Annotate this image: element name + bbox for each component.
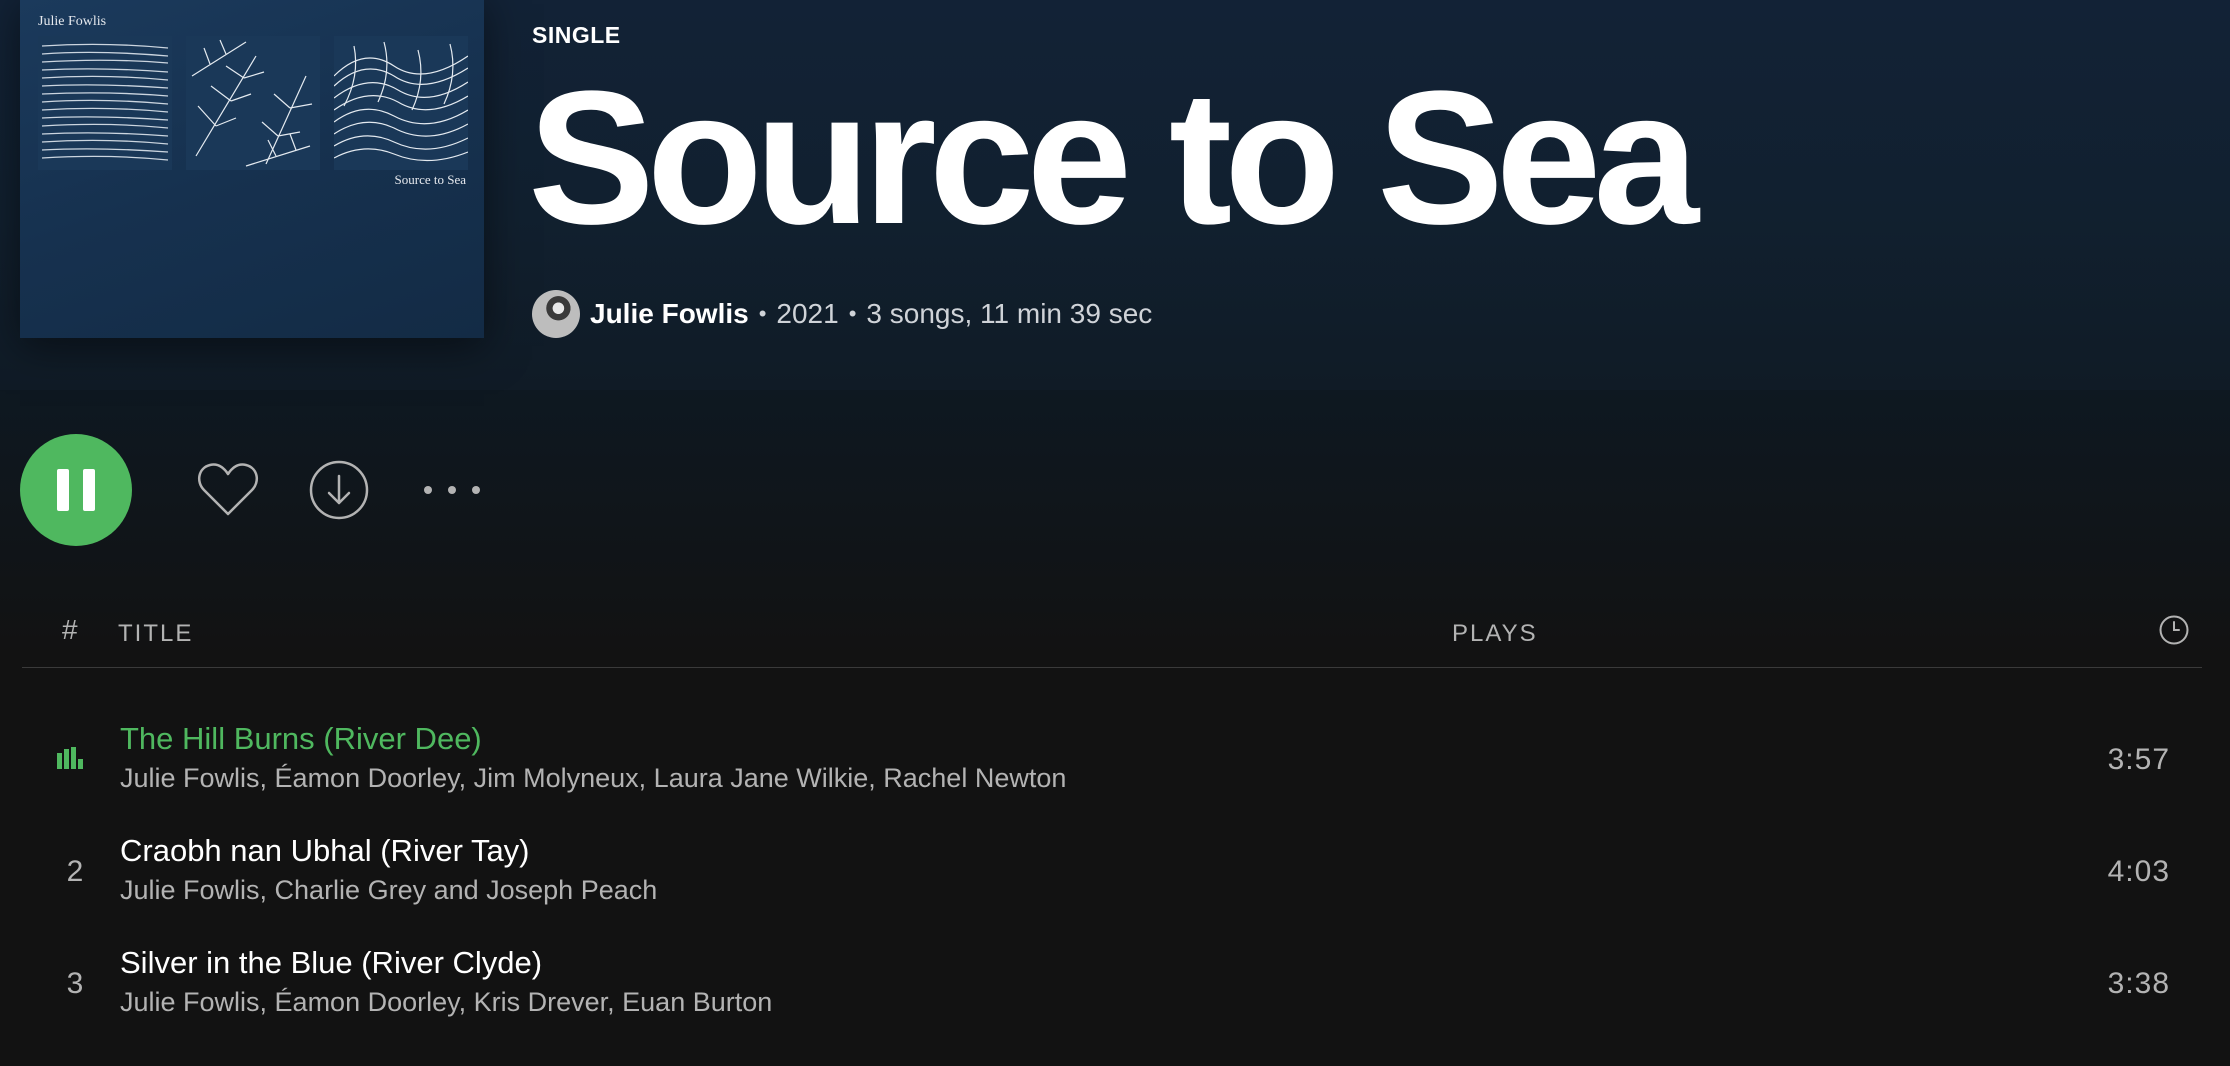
pause-icon (57, 469, 69, 511)
release-year: 2021 (776, 298, 839, 329)
artist-avatar[interactable] (532, 290, 580, 338)
download-button[interactable] (308, 459, 370, 521)
meta-separator: • (848, 301, 857, 326)
track-artists[interactable]: Julie Fowlis, Charlie Grey and Joseph Pe… (120, 875, 657, 906)
cover-panel-waves (334, 36, 468, 170)
cover-title-text: Source to Sea (394, 172, 466, 187)
heart-icon (197, 463, 259, 516)
album-meta: Julie Fowlis • 2021 • 3 songs, 11 min 39… (532, 290, 1152, 338)
column-plays: PLAYS (1452, 620, 1538, 647)
more-dot-icon (448, 486, 456, 494)
cover-artist-text: Julie Fowlis (38, 14, 107, 29)
pause-icon (83, 469, 95, 511)
tracklist-header: # TITLE PLAYS (22, 614, 2202, 668)
track-row[interactable]: 2 Craobh nan Ubhal (River Tay) Julie Fow… (22, 819, 2202, 923)
column-number: # (62, 614, 78, 645)
track-title[interactable]: The Hill Burns (River Dee) (120, 721, 482, 757)
artist-link[interactable]: Julie Fowlis (590, 298, 749, 330)
album-title: Source to Sea (528, 52, 1699, 264)
track-duration: 4:03 (2107, 855, 2170, 888)
track-row[interactable]: 3 Silver in the Blue (River Clyde) Julie… (22, 931, 2202, 1035)
track-number: 2 (66, 855, 84, 888)
pause-button[interactable] (20, 434, 132, 546)
more-options-button[interactable] (424, 476, 480, 504)
like-button[interactable] (196, 460, 260, 520)
download-icon (309, 460, 369, 520)
track-number: 3 (66, 967, 84, 1000)
album-page: Julie Fowlis Source to Sea SINGLE Source… (0, 0, 2230, 1066)
album-summary: 3 songs, 11 min 39 sec (866, 298, 1153, 329)
column-title: TITLE (118, 620, 194, 647)
track-duration: 3:38 (2107, 967, 2170, 1000)
more-dot-icon (472, 486, 480, 494)
track-row[interactable]: The Hill Burns (River Dee) Julie Fowlis,… (22, 707, 2202, 811)
more-dot-icon (424, 486, 432, 494)
track-artists[interactable]: Julie Fowlis, Éamon Doorley, Jim Molyneu… (120, 763, 1066, 794)
track-title[interactable]: Craobh nan Ubhal (River Tay) (120, 833, 530, 869)
release-type-label: SINGLE (532, 22, 621, 48)
cover-panel-lines (38, 36, 172, 170)
album-cover: Julie Fowlis Source to Sea (20, 0, 484, 338)
meta-separator: • (758, 301, 767, 326)
track-artists[interactable]: Julie Fowlis, Éamon Doorley, Kris Drever… (120, 987, 772, 1018)
cover-panel-pine-branches (186, 36, 320, 170)
now-playing-equalizer-icon (57, 747, 83, 769)
track-duration: 3:57 (2107, 743, 2170, 776)
track-title[interactable]: Silver in the Blue (River Clyde) (120, 945, 542, 981)
clock-icon (2159, 615, 2189, 645)
